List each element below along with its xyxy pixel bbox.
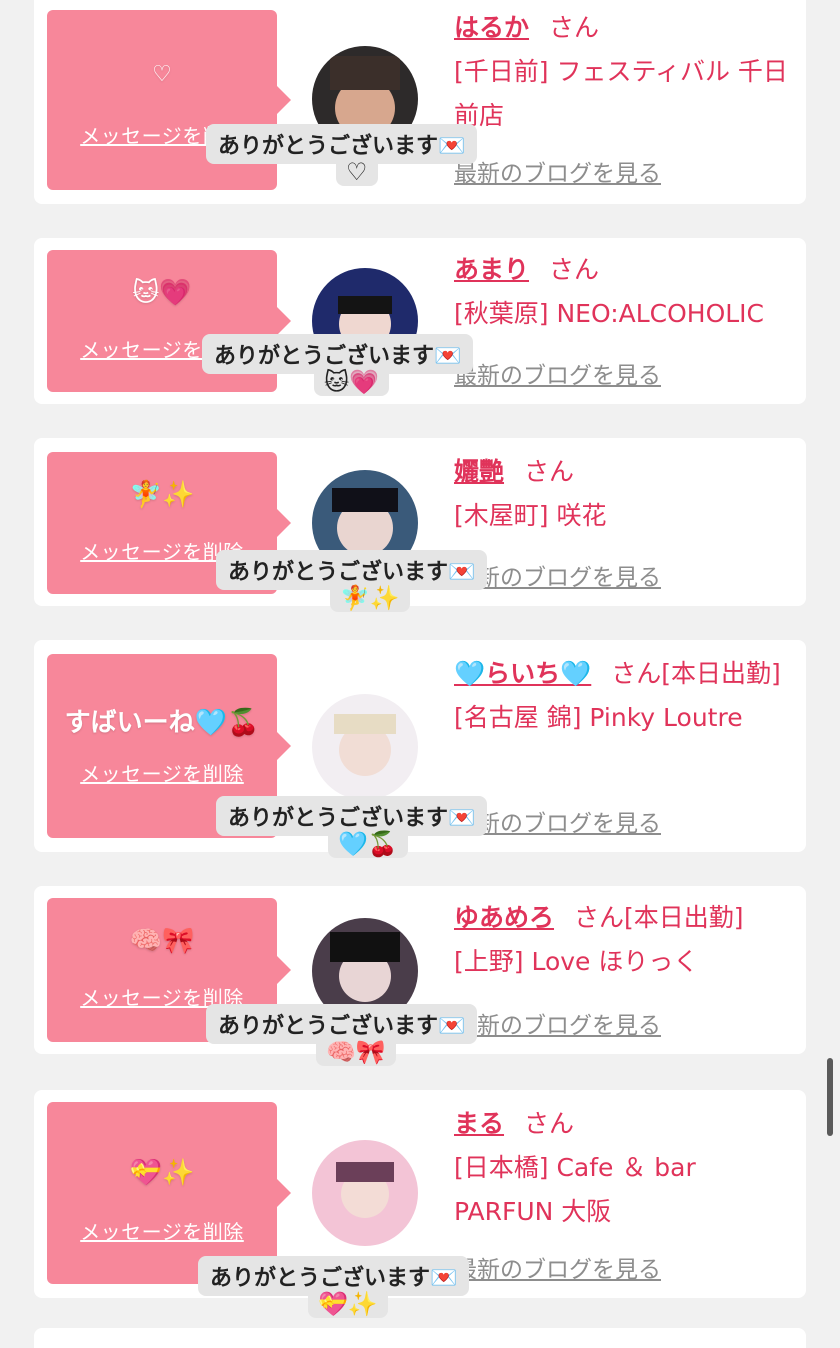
- tooltip-emoji: 💝✨: [308, 1290, 388, 1318]
- blog-link[interactable]: 最新のブログを見る: [454, 1250, 661, 1284]
- shop-name: [上野] Love ほりっく: [454, 947, 699, 976]
- message-text: ♡: [152, 62, 172, 87]
- blog-link[interactable]: 最新のブログを見る: [454, 356, 661, 390]
- info: あまり さん [秋葉原] NEO:ALCOHOLIC: [454, 248, 792, 336]
- message-text: すばいーね🩵🍒: [64, 708, 260, 738]
- tooltip-emoji: 🩵🍒: [328, 830, 408, 858]
- message-text: 💝✨: [129, 1158, 195, 1188]
- message-text: 🧠🎀: [129, 926, 195, 956]
- tooltip-emoji: 🧠🎀: [316, 1038, 396, 1066]
- info: 🩵らいち🩵 さん[本日出勤] [名古屋 錦] Pinky Loutre: [454, 652, 792, 740]
- shop-name: [秋葉原] NEO:ALCOHOLIC: [454, 299, 765, 328]
- message-text: 🧚✨: [129, 480, 195, 510]
- name-link[interactable]: はるか: [454, 13, 529, 42]
- name-link[interactable]: まる: [454, 1109, 504, 1138]
- card: ♡ メッセージを削除 はるか さん [千日前] フェスティバル 千日前店 最新のブ…: [34, 0, 806, 204]
- name-link[interactable]: ゆあめろ: [454, 903, 554, 932]
- info: はるか さん [千日前] フェスティバル 千日前店: [454, 6, 792, 138]
- blog-link[interactable]: 最新のブログを見る: [454, 154, 661, 188]
- avatar[interactable]: [312, 694, 418, 800]
- shop-name: [日本橋] Cafe ＆ bar PARFUN 大阪: [454, 1153, 696, 1226]
- message-text: 🐱💗: [132, 278, 192, 308]
- name-link[interactable]: あまり: [454, 255, 529, 284]
- tooltip-emoji: ♡: [336, 158, 378, 186]
- blog-link[interactable]: 最新のブログを見る: [454, 1006, 661, 1040]
- name-link[interactable]: 🩵らいち🩵: [454, 659, 591, 688]
- tooltip-emoji: 🧚✨: [330, 584, 410, 612]
- scrollbar[interactable]: [827, 1058, 833, 1136]
- info: 孋艷 さん [木屋町] 咲花: [454, 450, 792, 538]
- info: まる さん [日本橋] Cafe ＆ bar PARFUN 大阪: [454, 1102, 792, 1234]
- delete-message-link[interactable]: メッセージを削除: [47, 1216, 277, 1245]
- info: ゆあめろ さん[本日出勤] [上野] Love ほりっく: [454, 896, 792, 984]
- tooltip-emoji: 🐱💗: [314, 368, 389, 396]
- delete-message-link[interactable]: メッセージを削除: [47, 758, 277, 787]
- card: 🐱💗 メッセージを削除 あまり さん [秋葉原] NEO:ALCOHOLIC 最新…: [34, 238, 806, 404]
- shop-name: [名古屋 錦] Pinky Loutre: [454, 703, 743, 732]
- name-link[interactable]: 孋艷: [454, 457, 504, 486]
- avatar[interactable]: [312, 1140, 418, 1246]
- shop-name: [木屋町] 咲花: [454, 501, 607, 530]
- card: [34, 1328, 806, 1348]
- shop-name: [千日前] フェスティバル 千日前店: [454, 57, 788, 130]
